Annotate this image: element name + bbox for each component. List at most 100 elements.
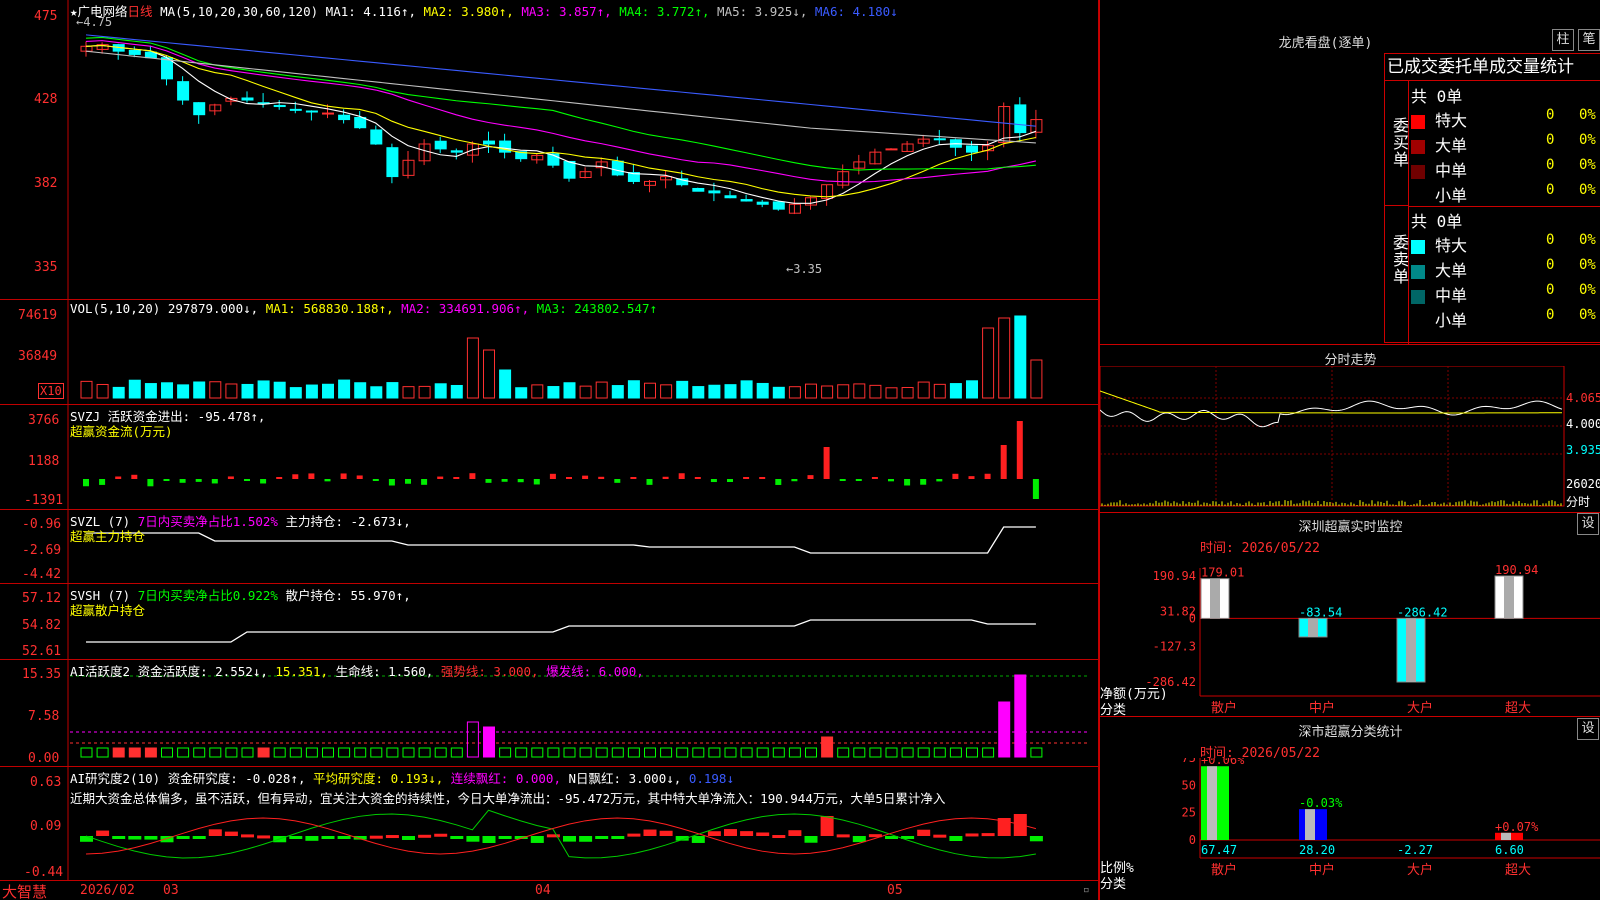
bar-value-label: 190.94 — [1495, 563, 1538, 577]
fund-flow-bar — [920, 479, 927, 485]
volume-bar — [611, 385, 624, 399]
fund-flow-bar — [276, 477, 283, 479]
bar-mode-button[interactable]: 柱 — [1552, 29, 1574, 51]
volume-bar — [788, 386, 801, 399]
activity-bar — [966, 747, 978, 758]
candle-body — [322, 112, 334, 115]
volume-bar — [338, 379, 351, 399]
row-name: 小单 — [1435, 186, 1468, 205]
volume-bar — [805, 383, 817, 399]
divider — [1409, 206, 1600, 207]
ma1-value: MA1: 4.116↑, — [325, 4, 416, 19]
order-row: 特大 0 0% — [1411, 107, 1600, 130]
research-bar — [949, 836, 963, 841]
row-count: 0 — [1546, 282, 1555, 298]
row-pct: 0% — [1579, 107, 1596, 123]
sz-monitor-settings-button[interactable]: 设 — [1577, 513, 1599, 535]
panel-borders — [0, 0, 1099, 900]
volume-panel[interactable] — [80, 315, 1043, 399]
sz-class-chart[interactable]: 75 50 25 0 67.47 +0.06% 散户 28.20 -0.03% 中户 -2.27 大户… — [1100, 758, 1600, 900]
candlestick-panel[interactable] — [80, 34, 1043, 215]
activity-bar — [821, 736, 834, 758]
activity-bar — [998, 701, 1011, 758]
period-label[interactable]: 日线 — [128, 4, 153, 19]
volume-bar — [644, 382, 656, 399]
low-price-label: ←3.35 — [786, 262, 823, 276]
ma-params[interactable]: MA(5,10,20,30,60,120) — [160, 4, 318, 19]
vol-title[interactable]: VOL(5,10,20) — [70, 301, 160, 316]
activity-bar — [80, 747, 93, 758]
volume-bar — [225, 383, 238, 399]
order-row: 中单 0 0% — [1411, 157, 1600, 180]
research-bar — [289, 836, 303, 839]
volume-bar — [112, 386, 125, 399]
activity-bar — [225, 747, 238, 758]
row-name: 大单 — [1435, 136, 1468, 155]
fund-flow-bar — [533, 479, 540, 485]
intraday-chart[interactable] — [1100, 366, 1600, 512]
research-bar — [498, 836, 512, 839]
color-swatch — [1411, 164, 1425, 179]
candle-body — [1014, 104, 1027, 134]
volume-bar — [1014, 315, 1027, 399]
category-label: 大户 — [1407, 862, 1433, 878]
svzj-panel[interactable] — [83, 421, 1039, 499]
ma5-value: MA5: 3.925↓, — [717, 4, 808, 19]
volume-bar — [982, 327, 995, 399]
y-tick: 25 — [1182, 806, 1196, 820]
activity-bar — [547, 747, 560, 758]
research-bar — [579, 836, 593, 842]
ma5-line — [85, 50, 1036, 144]
vol-unit-label: X10 — [38, 383, 64, 399]
ai1-title[interactable]: AI活跃度2 — [70, 664, 130, 679]
volume-bar — [531, 384, 544, 399]
svsh-panel[interactable] — [86, 619, 1036, 643]
sz-monitor-chart[interactable]: 190.9431.820-127.3-286.42179.01散户-83.54中… — [1100, 554, 1600, 714]
fund-flow-bar — [227, 476, 234, 479]
svzl-value: 主力持仓: -2.673↓, — [285, 514, 411, 529]
volume-bar — [386, 382, 399, 399]
ai-activity-panel[interactable] — [70, 674, 1090, 758]
bar-highlight — [1501, 832, 1511, 840]
ai2-cont-red: 连续飘红: 0.000, — [450, 771, 561, 786]
activity-bar — [788, 747, 801, 758]
volume-bar — [772, 386, 785, 399]
intraday-unit: 分时 — [1566, 495, 1591, 509]
candle-body — [305, 110, 318, 113]
ai-research-panel[interactable] — [80, 809, 1043, 859]
bar-value-label: 67.47 — [1201, 843, 1237, 857]
activity-bar — [805, 747, 817, 758]
charts-svg[interactable] — [0, 0, 1099, 900]
x-label: 2026/02 — [80, 883, 135, 898]
ai1-value: 15.351, — [275, 664, 329, 679]
volume-bar — [466, 337, 479, 399]
volume-bar — [128, 379, 141, 399]
fund-flow-bar — [308, 473, 315, 479]
activity-bar — [144, 747, 157, 758]
candle-body — [563, 160, 576, 179]
fund-flow-bar — [517, 479, 524, 483]
bar-change-label: -0.03% — [1299, 796, 1343, 810]
bar-highlight — [1210, 578, 1220, 619]
volume-bar — [402, 386, 415, 399]
tick-mode-button[interactable]: 笔 — [1578, 29, 1600, 51]
lock-icon[interactable]: ▫ — [1083, 883, 1090, 896]
sz-class-x-title: 分类 — [1100, 877, 1127, 892]
kline-chart-area[interactable]: 475 428 382 335 74619 36849 X10 3766 118… — [0, 0, 1099, 900]
fund-flow-bar — [630, 477, 637, 479]
fund-flow-bar — [260, 479, 267, 484]
svzl-panel[interactable] — [86, 526, 1036, 554]
fund-flow-bar — [678, 473, 685, 479]
volume-bar — [627, 380, 640, 399]
sz-class-settings-button[interactable]: 设 — [1577, 718, 1599, 740]
research-bar — [337, 836, 351, 839]
y-tick: 15.35 — [22, 667, 62, 682]
y-tick: 0 — [1189, 611, 1196, 625]
research-bar — [740, 831, 754, 836]
ai2-title[interactable]: AI研究度2(10) — [70, 771, 160, 786]
candle-body — [434, 140, 447, 150]
research-bar — [595, 836, 609, 839]
svzl-ratio: 7日内买卖净占比1.502% — [137, 514, 278, 529]
sell-side-label: 委卖单 — [1385, 206, 1409, 344]
candle-body — [692, 187, 705, 192]
